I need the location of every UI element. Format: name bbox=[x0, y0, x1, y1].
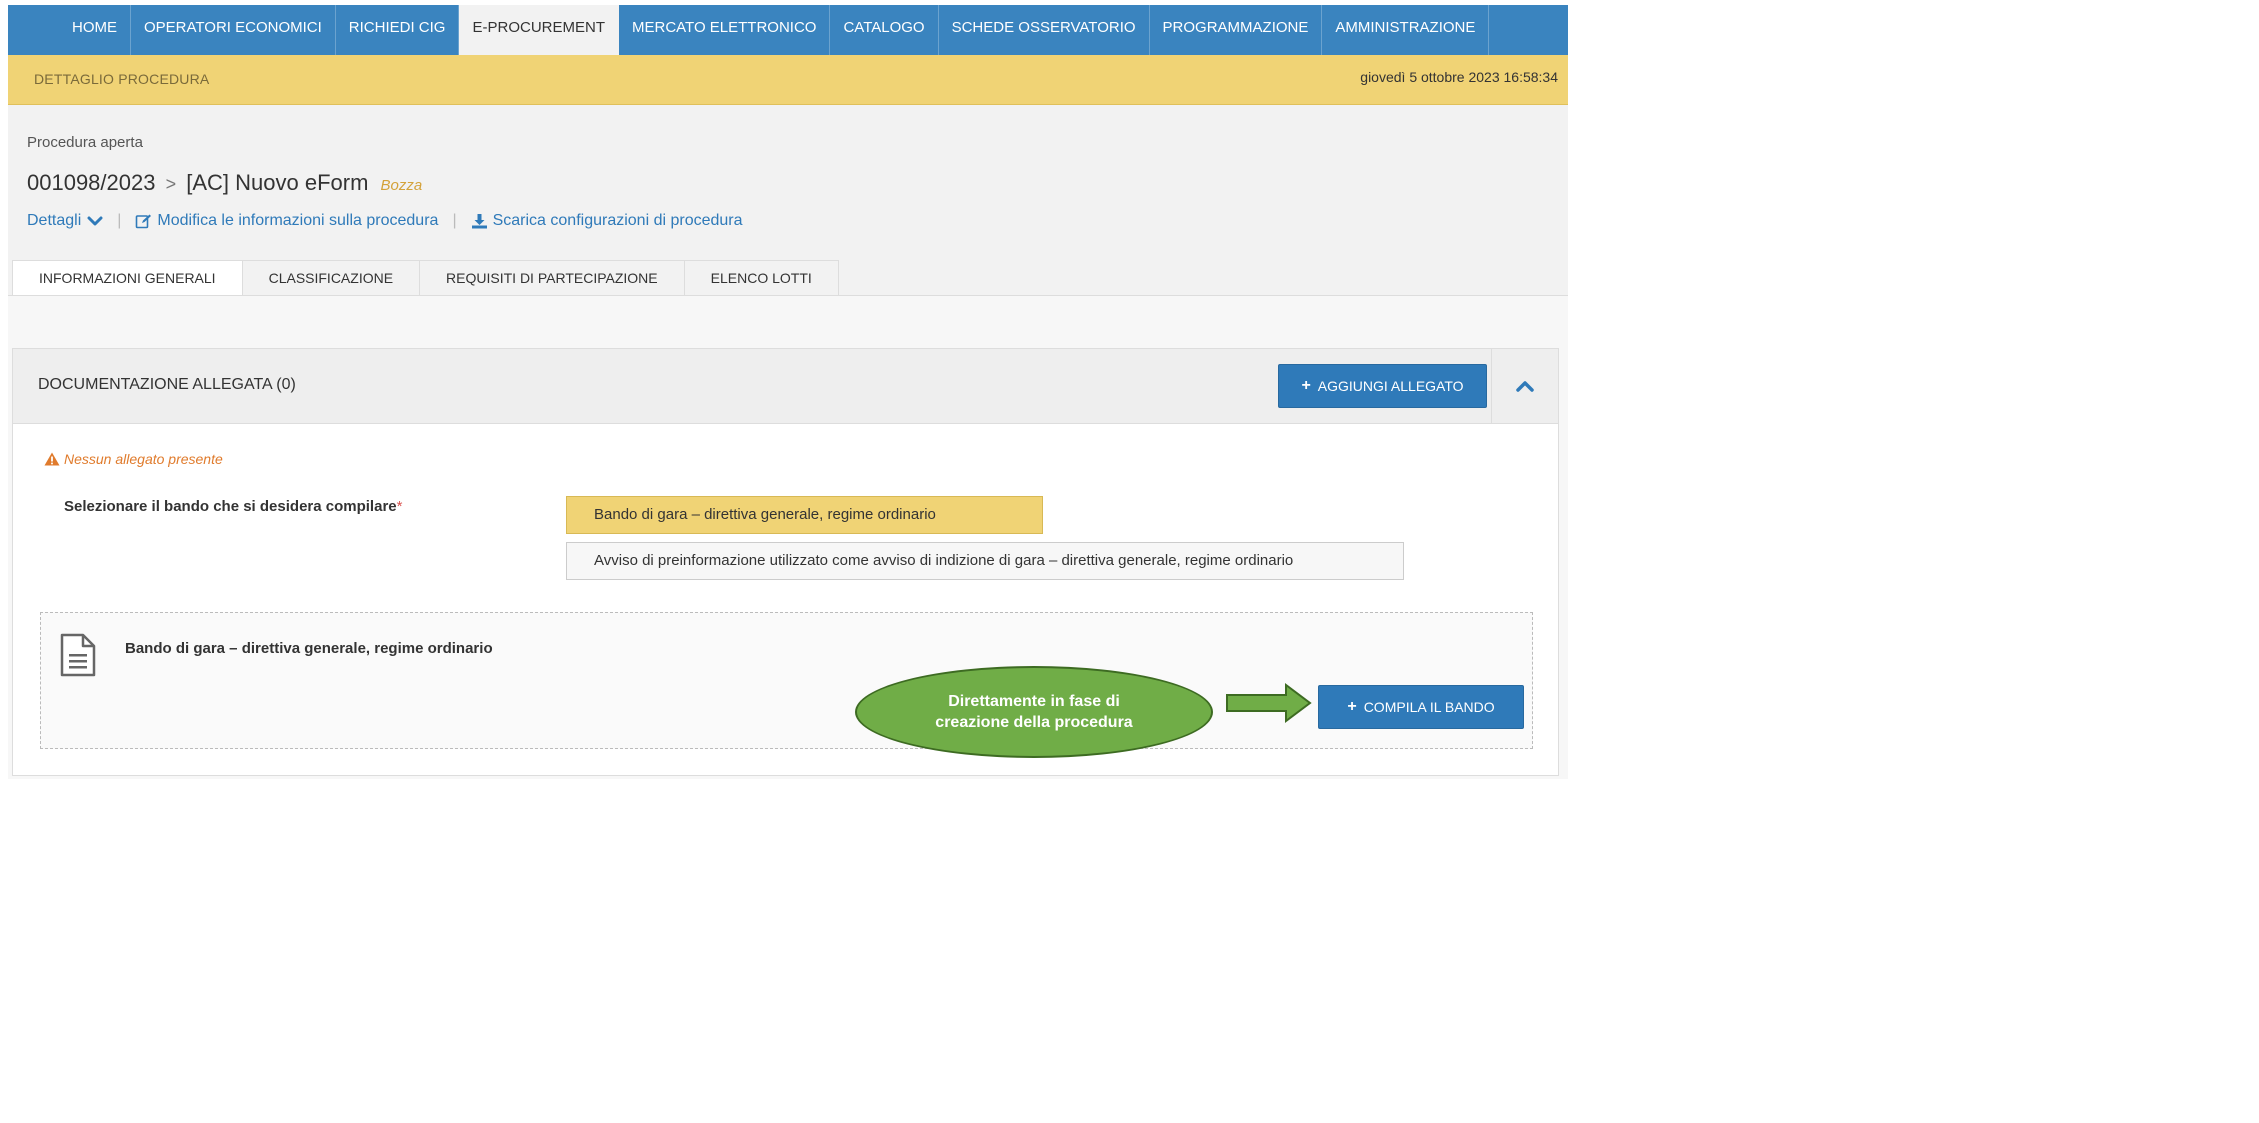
warning-text: Nessun allegato presente bbox=[64, 451, 223, 467]
procedure-tabs: INFORMAZIONI GENERALI CLASSIFICAZIONE RE… bbox=[12, 260, 839, 296]
edit-procedure-label: Modifica le informazioni sulla procedura bbox=[157, 212, 439, 229]
nav-item-catalogo[interactable]: CATALOGO bbox=[830, 5, 939, 55]
download-config-link[interactable]: Scarica configurazioni di procedura bbox=[471, 212, 743, 230]
tab-informazioni-generali[interactable]: INFORMAZIONI GENERALI bbox=[12, 260, 243, 296]
procedure-name: [AC] Nuovo eForm bbox=[186, 170, 369, 195]
nav-item-amministrazione[interactable]: AMMINISTRAZIONE bbox=[1322, 5, 1490, 55]
chevron-down-icon bbox=[87, 216, 103, 226]
nav-item-schede-osservatorio[interactable]: SCHEDE OSSERVATORIO bbox=[939, 5, 1150, 55]
panel-title: DOCUMENTAZIONE ALLEGATA (0) bbox=[38, 376, 296, 393]
title-separator: > bbox=[165, 174, 177, 194]
nav-item-richiedi-cig[interactable]: RICHIEDI CIG bbox=[336, 5, 460, 55]
edit-procedure-link[interactable]: Modifica le informazioni sulla procedura bbox=[135, 212, 438, 230]
selected-notice-box: Bando di gara – direttiva generale, regi… bbox=[40, 612, 1533, 749]
panel-header: DOCUMENTAZIONE ALLEGATA (0) + AGGIUNGI A… bbox=[13, 349, 1558, 424]
tab-classificazione[interactable]: CLASSIFICAZIONE bbox=[242, 260, 421, 296]
chevron-up-icon bbox=[1516, 381, 1534, 392]
selected-notice-title: Bando di gara – direttiva generale, regi… bbox=[125, 640, 493, 657]
details-label: Dettagli bbox=[27, 212, 82, 229]
warning-icon bbox=[44, 452, 60, 466]
sub-header: DETTAGLIO PROCEDURA giovedì 5 ottobre 20… bbox=[8, 55, 1568, 105]
current-datetime: giovedì 5 ottobre 2023 16:58:34 bbox=[1360, 69, 1558, 85]
page-title: 001098/2023 > [AC] Nuovo eForm Bozza bbox=[27, 170, 422, 196]
edit-icon bbox=[136, 214, 152, 229]
nav-item-programmazione[interactable]: PROGRAMMAZIONE bbox=[1150, 5, 1323, 55]
collapse-panel-button[interactable] bbox=[1491, 349, 1558, 423]
download-icon bbox=[471, 214, 487, 229]
action-divider: | bbox=[117, 212, 122, 229]
notice-option-avviso-preinformazione[interactable]: Avviso di preinformazione utilizzato com… bbox=[566, 542, 1404, 580]
status-badge: Bozza bbox=[380, 177, 423, 194]
select-notice-text: Selezionare il bando che si desidera com… bbox=[64, 498, 397, 515]
notice-option-bando-di-gara[interactable]: Bando di gara – direttiva generale, regi… bbox=[566, 496, 1043, 534]
tab-elenco-lotti[interactable]: ELENCO LOTTI bbox=[684, 260, 839, 296]
nav-item-operatori-economici[interactable]: OPERATORI ECONOMICI bbox=[131, 5, 336, 55]
select-notice-label: Selezionare il bando che si desidera com… bbox=[64, 498, 402, 515]
compile-notice-label: COMPILA IL BANDO bbox=[1363, 699, 1495, 715]
tab-requisiti-partecipazione[interactable]: REQUISITI DI PARTECIPAZIONE bbox=[420, 260, 685, 296]
nav-item-home[interactable]: HOME bbox=[8, 5, 131, 55]
plus-icon: + bbox=[1347, 698, 1357, 715]
download-config-label: Scarica configurazioni di procedura bbox=[492, 212, 743, 229]
document-icon bbox=[60, 633, 96, 677]
main-navigation: HOME OPERATORI ECONOMICI RICHIEDI CIG E-… bbox=[8, 5, 1568, 55]
action-divider: | bbox=[452, 212, 457, 229]
nav-item-e-procurement[interactable]: E-PROCUREMENT bbox=[459, 5, 619, 55]
arrow-right-icon bbox=[1226, 683, 1312, 723]
add-attachment-label: AGGIUNGI ALLEGATO bbox=[1317, 378, 1464, 394]
plus-icon: + bbox=[1301, 377, 1311, 394]
add-attachment-button[interactable]: + AGGIUNGI ALLEGATO bbox=[1278, 364, 1487, 408]
procedure-actions: Dettagli | Modifica le informazioni sull… bbox=[27, 212, 743, 230]
details-toggle[interactable]: Dettagli bbox=[27, 212, 103, 230]
section-title: DETTAGLIO PROCEDURA bbox=[34, 71, 210, 87]
no-attachments-warning: Nessun allegato presente bbox=[44, 451, 223, 467]
procedure-type: Procedura aperta bbox=[27, 134, 143, 151]
procedure-code: 001098/2023 bbox=[27, 170, 156, 195]
nav-item-mercato-elettronico[interactable]: MERCATO ELETTRONICO bbox=[619, 5, 831, 55]
attachments-panel: DOCUMENTAZIONE ALLEGATA (0) + AGGIUNGI A… bbox=[12, 348, 1559, 776]
compile-notice-button[interactable]: + COMPILA IL BANDO bbox=[1318, 685, 1524, 729]
annotation-callout: Direttamente in fase di creazione della … bbox=[855, 666, 1213, 758]
required-marker: * bbox=[396, 498, 403, 515]
